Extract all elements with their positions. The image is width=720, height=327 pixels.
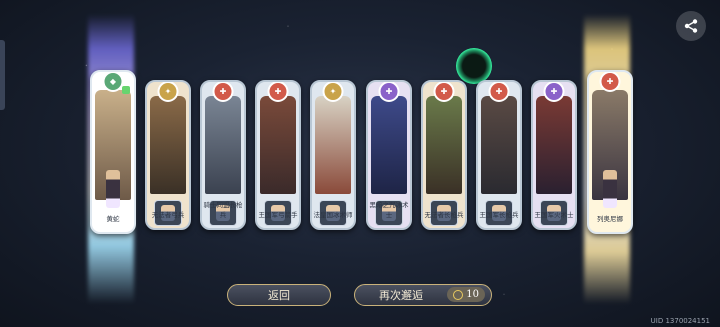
character-card[interactable]: ✚ 王国军弓箭手	[255, 80, 301, 230]
character-name: 王国军长枪兵	[479, 211, 519, 219]
character-name: 无法者长枪兵	[424, 211, 464, 219]
character-card[interactable]: ✦ 法皇国冰术师	[310, 80, 356, 230]
character-name: 无法者弓兵	[151, 211, 185, 219]
user-id-label: UID 1370024151	[650, 317, 710, 325]
currency-coin-icon	[453, 289, 464, 300]
class-badge-icon: ✚	[267, 82, 289, 102]
character-portrait	[260, 96, 296, 194]
unit-sprite-icon	[595, 170, 625, 208]
character-card[interactable]: ✚ 王国军长枪兵	[476, 80, 522, 230]
side-panel-handle[interactable]	[0, 40, 5, 110]
character-card[interactable]: ✦ 无法者弓兵	[145, 80, 191, 230]
character-portrait	[150, 96, 186, 194]
character-portrait	[481, 96, 517, 194]
character-card[interactable]: ◆ 黄蛇	[90, 70, 136, 234]
character-name: 列奥尼娜	[597, 215, 623, 223]
summon-again-button[interactable]: 再次邂逅 10	[354, 284, 492, 306]
class-badge-icon: ✚	[543, 82, 565, 102]
character-card[interactable]: ✚ 列奥尼娜	[587, 70, 633, 234]
class-badge-icon: ✚	[433, 82, 455, 102]
back-button[interactable]: 返回	[227, 284, 331, 306]
character-card[interactable]: ✚ 无法者长枪兵	[421, 80, 467, 230]
character-portrait	[315, 96, 351, 194]
class-badge-icon: ✦	[322, 82, 344, 102]
summon-again-label: 再次邂逅	[379, 289, 423, 302]
class-badge-icon: ✦	[157, 82, 179, 102]
class-badge-icon: ✚	[212, 82, 234, 102]
character-name: 黑暗之咒冰术士	[369, 201, 409, 219]
character-card[interactable]: ✚ 黑暗之咒冰术士	[366, 80, 412, 230]
character-name: 法皇国冰术师	[313, 211, 353, 219]
character-card[interactable]: ✚ 王国军火术士	[531, 80, 577, 230]
summon-orb	[456, 48, 492, 84]
class-badge-icon: ◆	[102, 72, 124, 92]
share-icon	[684, 19, 698, 33]
character-name: 黄蛇	[106, 215, 120, 223]
character-card[interactable]: ✚ 骑士同盟长枪兵	[200, 80, 246, 230]
character-name: 王国军火术士	[534, 211, 574, 219]
summon-cost: 10	[447, 287, 485, 302]
character-portrait	[426, 96, 462, 194]
back-button-label: 返回	[268, 289, 290, 302]
share-button[interactable]	[676, 11, 706, 41]
summon-cost-value: 10	[466, 289, 479, 300]
class-badge-icon: ✚	[488, 82, 510, 102]
unit-sprite-icon	[98, 170, 128, 208]
character-name: 王国军弓箭手	[258, 211, 298, 219]
character-portrait	[536, 96, 572, 194]
new-marker-icon	[122, 86, 130, 94]
class-badge-icon: ✚	[378, 82, 400, 102]
class-badge-icon: ✚	[599, 72, 621, 92]
character-portrait	[205, 96, 241, 194]
character-portrait	[371, 96, 407, 194]
character-name: 骑士同盟长枪兵	[203, 201, 243, 219]
